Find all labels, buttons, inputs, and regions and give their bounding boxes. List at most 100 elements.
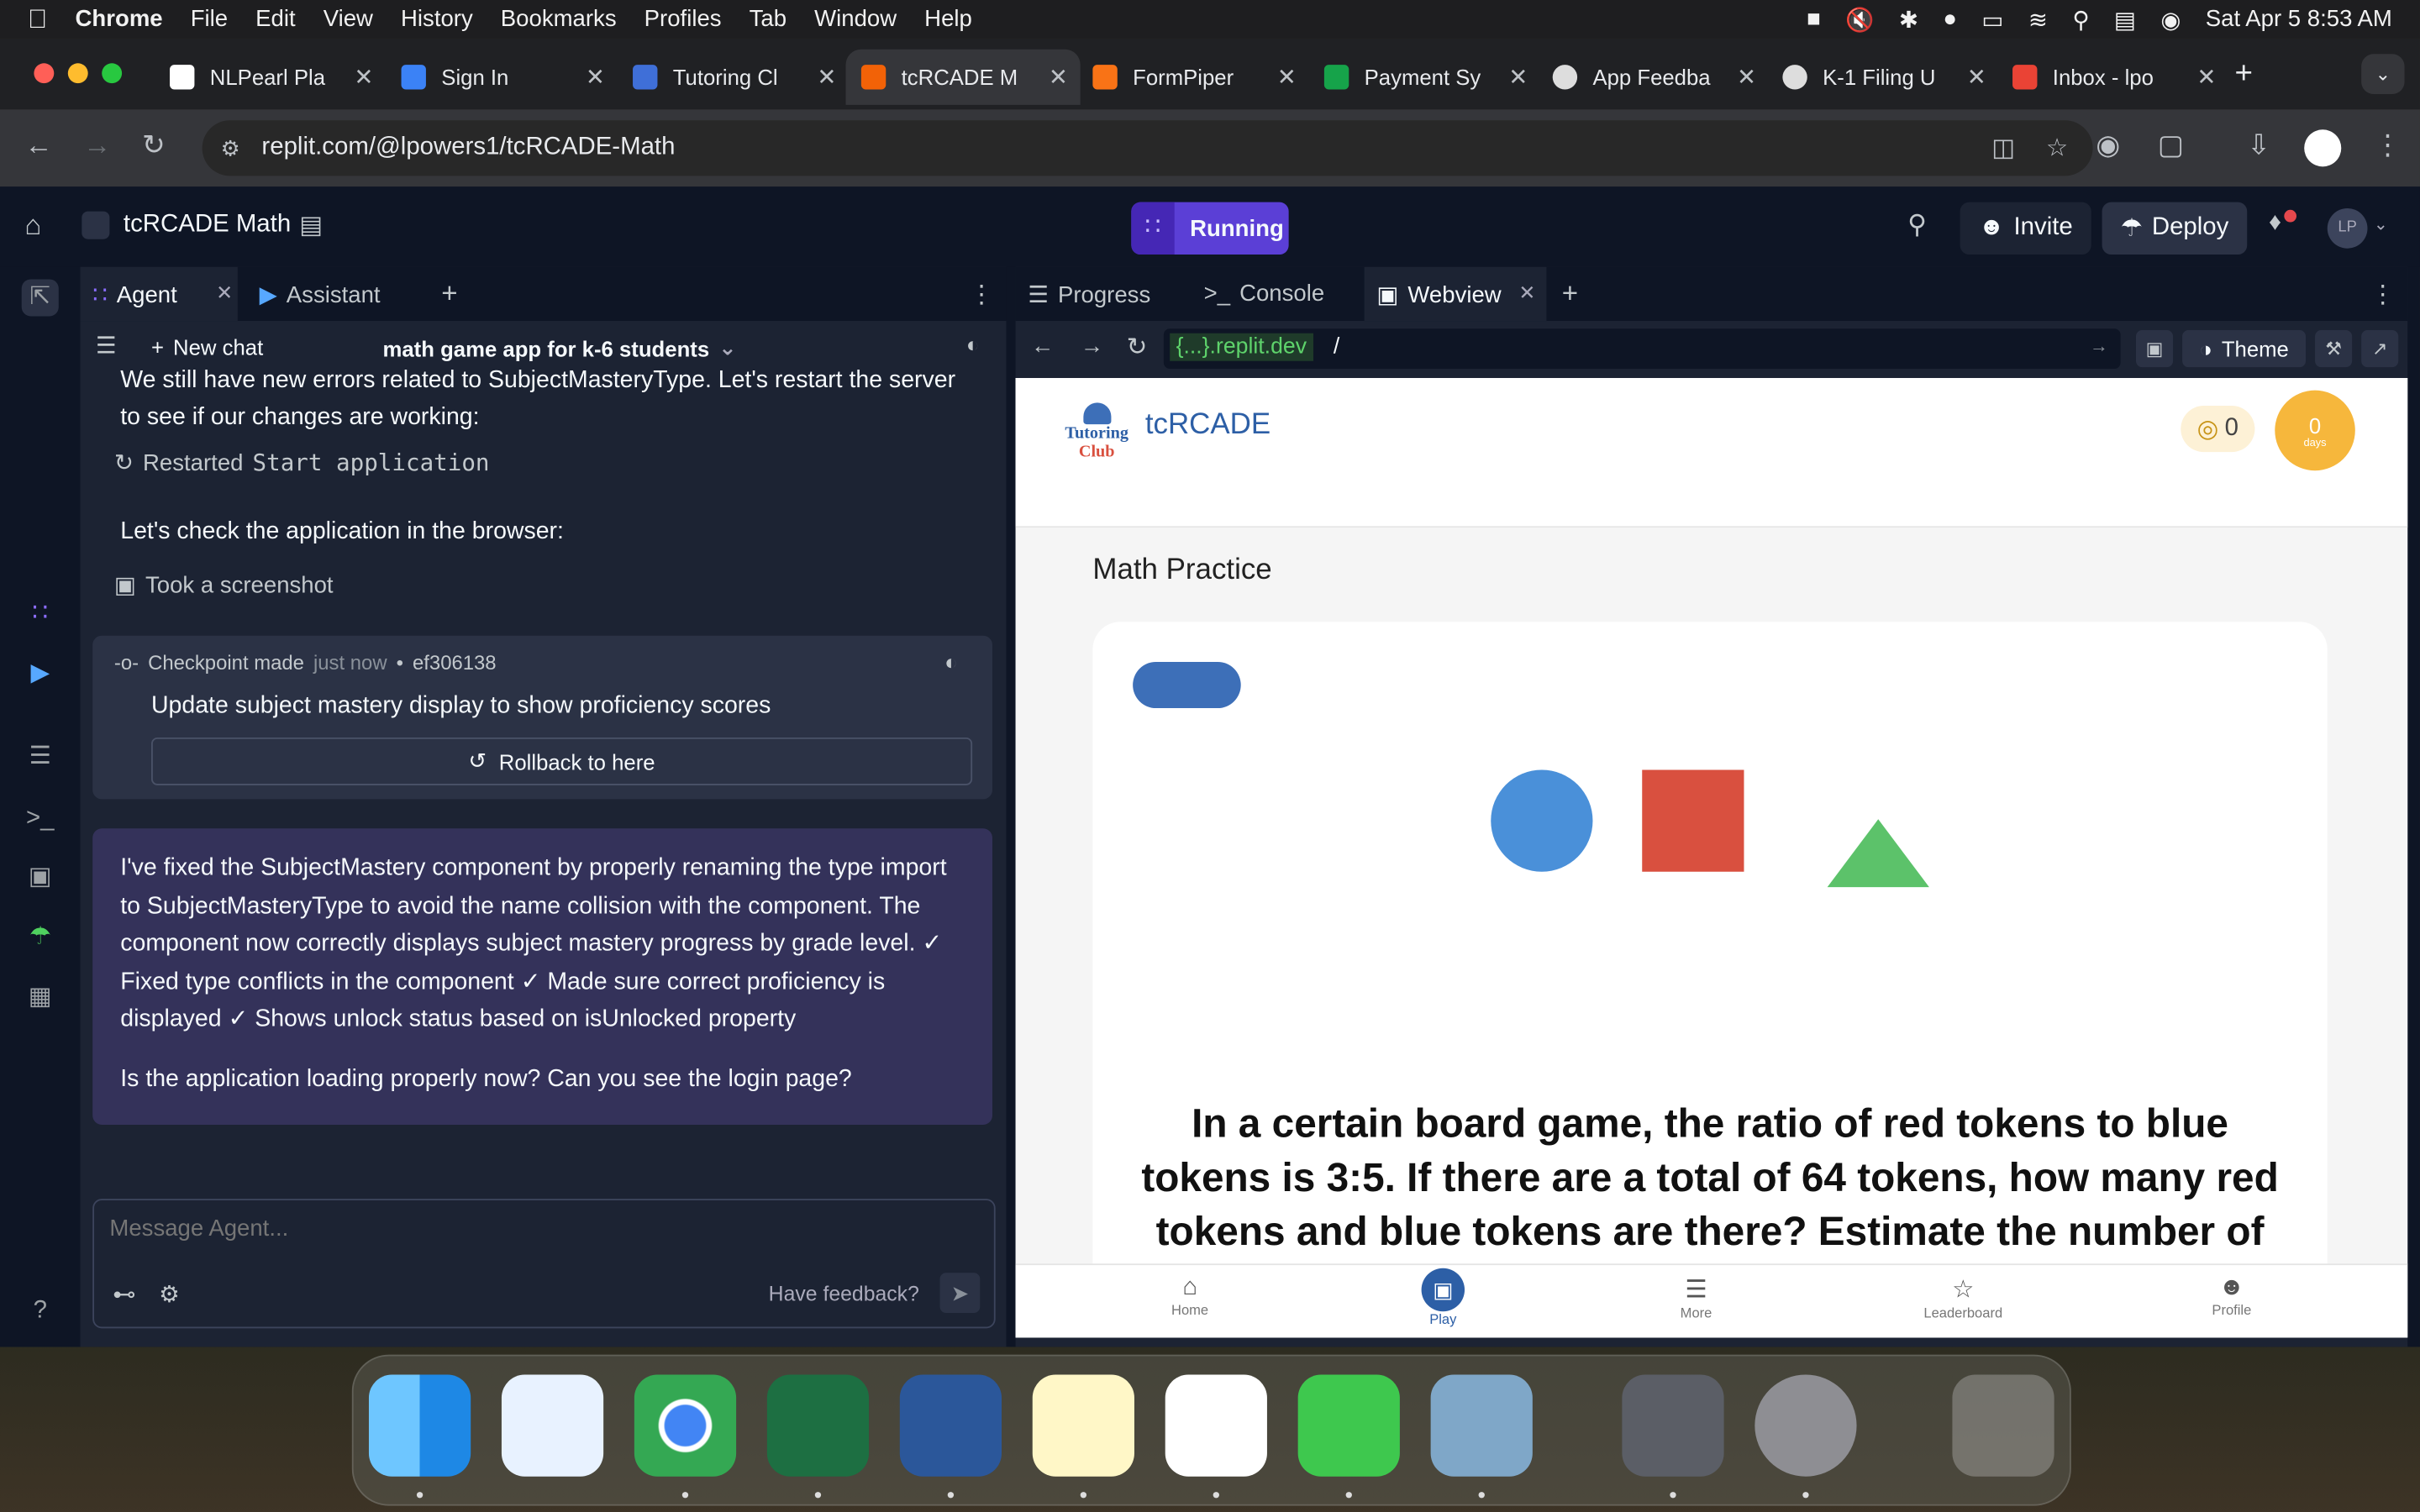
devtools-icon[interactable]: ⚒ <box>2315 330 2353 368</box>
database-icon[interactable]: ▤ <box>299 210 323 241</box>
menu-tab[interactable]: Tab <box>750 6 786 32</box>
window-zoom-button[interactable] <box>102 63 123 84</box>
chrome-menu-icon[interactable]: ⋮ <box>2374 129 2402 162</box>
close-icon[interactable]: ✕ <box>2196 63 2228 91</box>
close-icon[interactable]: ✕ <box>817 63 849 91</box>
user-icon[interactable]: ● <box>1943 6 1957 32</box>
browser-tab[interactable]: FormPiper ✕ <box>1077 50 1309 105</box>
nav-home[interactable]: ⌂ Home <box>1128 1274 1252 1317</box>
deploy-side-icon[interactable]: ☂ <box>22 920 59 957</box>
profile-avatar[interactable] <box>2304 129 2342 167</box>
home-icon[interactable]: ⌂ <box>24 210 41 243</box>
more-options-icon[interactable]: ⋮ <box>2370 279 2395 310</box>
message-input[interactable] <box>106 1206 977 1250</box>
siri-icon[interactable]: ◉ <box>2160 5 2181 33</box>
device-icon[interactable]: ▣ <box>2135 330 2174 368</box>
close-icon[interactable]: ✕ <box>1967 63 1999 91</box>
close-icon[interactable]: ✕ <box>1277 63 1309 91</box>
send-button[interactable]: ➤ <box>939 1273 981 1314</box>
rollback-button[interactable]: ↺ Rollback to here <box>150 737 973 785</box>
messages-icon[interactable] <box>1297 1374 1400 1477</box>
reload-icon[interactable]: ↻ <box>142 129 166 162</box>
close-icon[interactable]: ✕ <box>1518 281 1535 305</box>
agent-icon[interactable]: ∷ <box>22 596 59 633</box>
menu-bookmarks[interactable]: Bookmarks <box>501 6 617 32</box>
menu-history[interactable]: History <box>401 6 473 32</box>
webview-url-bar[interactable]: {...}.replit.dev / → <box>1163 328 2121 369</box>
close-icon[interactable]: ✕ <box>354 63 386 91</box>
nav-leaderboard[interactable]: ☆ Leaderboard <box>1902 1274 2025 1320</box>
webview-reload-icon[interactable]: ↻ <box>1127 332 1148 363</box>
install-app-icon[interactable]: ◫ <box>1991 133 2015 164</box>
webview-back-icon[interactable]: ← <box>1031 333 1055 360</box>
close-icon[interactable]: ✕ <box>1508 63 1540 91</box>
streak-badge[interactable]: 0 days <box>2275 390 2355 471</box>
project-name[interactable]: tcRCADE Math <box>124 212 291 239</box>
progress-icon[interactable]: ☰ <box>22 739 59 776</box>
tools-panel-icon[interactable]: ⇱ <box>21 279 59 317</box>
new-tab-button[interactable]: + <box>2235 57 2253 92</box>
trash-icon[interactable] <box>1952 1374 2054 1477</box>
add-tab-icon[interactable]: + <box>441 278 457 311</box>
notifications-icon[interactable]: ♦ <box>2269 210 2281 238</box>
new-chat-button[interactable]: + New chat <box>151 335 263 360</box>
webview-forward-icon[interactable]: → <box>1081 333 1104 360</box>
chat-history-icon[interactable]: ☰ <box>96 332 117 360</box>
tab-webview-label[interactable]: ▣ Webview <box>1376 281 1501 308</box>
window-minimize-button[interactable] <box>67 63 88 84</box>
site-info-icon[interactable]: ⚙ <box>221 135 240 161</box>
console-icon[interactable]: >_ <box>22 801 59 837</box>
chrome-icon[interactable] <box>634 1374 737 1477</box>
system-settings-icon[interactable] <box>1754 1374 1857 1477</box>
brand-name[interactable]: tcRCADE <box>1145 409 1270 443</box>
attach-icon[interactable]: ⊷ <box>113 1280 136 1308</box>
forward-icon[interactable]: → <box>83 129 111 162</box>
webview-path[interactable]: / <box>1334 335 1339 360</box>
spotlight-icon[interactable]: ⚲ <box>2072 5 2089 33</box>
browser-tab[interactable]: K-1 Filing U ✕ <box>1767 50 1999 105</box>
safari-icon[interactable] <box>501 1374 604 1477</box>
notification-icon[interactable]: ■ <box>1807 6 1821 32</box>
address-bar[interactable]: ⚙ replit.com/@lpowers1/tcRCADE-Math ◫ ☆ <box>202 120 2093 176</box>
close-icon[interactable]: ✕ <box>1737 63 1769 91</box>
chat-title-dropdown[interactable]: math game app for k-6 students ⌄ <box>383 335 737 361</box>
menu-edit[interactable]: Edit <box>255 6 295 32</box>
browser-tab-active[interactable]: tcRCADE M ✕ <box>845 49 1081 105</box>
menu-app-name[interactable]: Chrome <box>76 6 163 32</box>
add-tab-icon[interactable]: + <box>1562 278 1578 311</box>
slack-icon[interactable] <box>1165 1374 1267 1477</box>
control-center-icon[interactable]: ▤ <box>2114 5 2136 33</box>
nav-play[interactable]: ▣ Play <box>1381 1268 1505 1327</box>
browser-tab[interactable]: Tutoring Cl ✕ <box>618 50 850 105</box>
apple-icon[interactable]:  <box>28 4 47 35</box>
help-icon[interactable]: ? <box>22 1293 59 1330</box>
nav-more[interactable]: ☰ More <box>1634 1274 1758 1320</box>
browser-tab[interactable]: Inbox - lpo ✕ <box>1997 50 2229 105</box>
excel-icon[interactable] <box>766 1374 870 1477</box>
tutoring-club-logo[interactable]: Tutoring Club <box>1065 402 1133 461</box>
preview-icon[interactable] <box>1430 1374 1533 1477</box>
browser-tab[interactable]: Sign In ✕ <box>386 50 618 105</box>
bookmark-star-icon[interactable]: ☆ <box>2046 133 2068 164</box>
close-icon[interactable]: ✕ <box>216 281 233 305</box>
open-new-window-icon[interactable]: ↗ <box>2361 330 2399 368</box>
menu-window[interactable]: Window <box>814 6 897 32</box>
finder-icon[interactable] <box>368 1374 471 1477</box>
deploy-button[interactable]: ☂ Deploy <box>2102 202 2248 255</box>
wifi-icon[interactable]: ≋ <box>2028 5 2048 33</box>
password-manager-icon[interactable]: ◉ <box>2096 129 2120 162</box>
go-icon[interactable]: → <box>2090 335 2108 357</box>
menu-profiles[interactable]: Profiles <box>644 6 722 32</box>
tab-console[interactable]: >_ Console <box>1204 281 1325 307</box>
close-icon[interactable]: ✕ <box>1049 63 1081 91</box>
search-icon[interactable]: ⚲ <box>1907 210 1927 241</box>
nav-profile[interactable]: ☻ Profile <box>2170 1274 2293 1317</box>
theme-button[interactable]: ◑ Theme <box>2182 330 2307 368</box>
menu-help[interactable]: Help <box>924 6 972 32</box>
coins-counter[interactable]: ◎ 0 <box>2181 406 2255 453</box>
tab-agent-label[interactable]: ∷ Agent <box>92 281 177 308</box>
user-avatar[interactable]: LP <box>2327 207 2368 249</box>
browser-tab[interactable]: NLPearl Pla ✕ <box>155 50 387 105</box>
webview-icon[interactable]: ▣ <box>22 859 59 896</box>
back-icon[interactable]: ← <box>24 129 52 162</box>
